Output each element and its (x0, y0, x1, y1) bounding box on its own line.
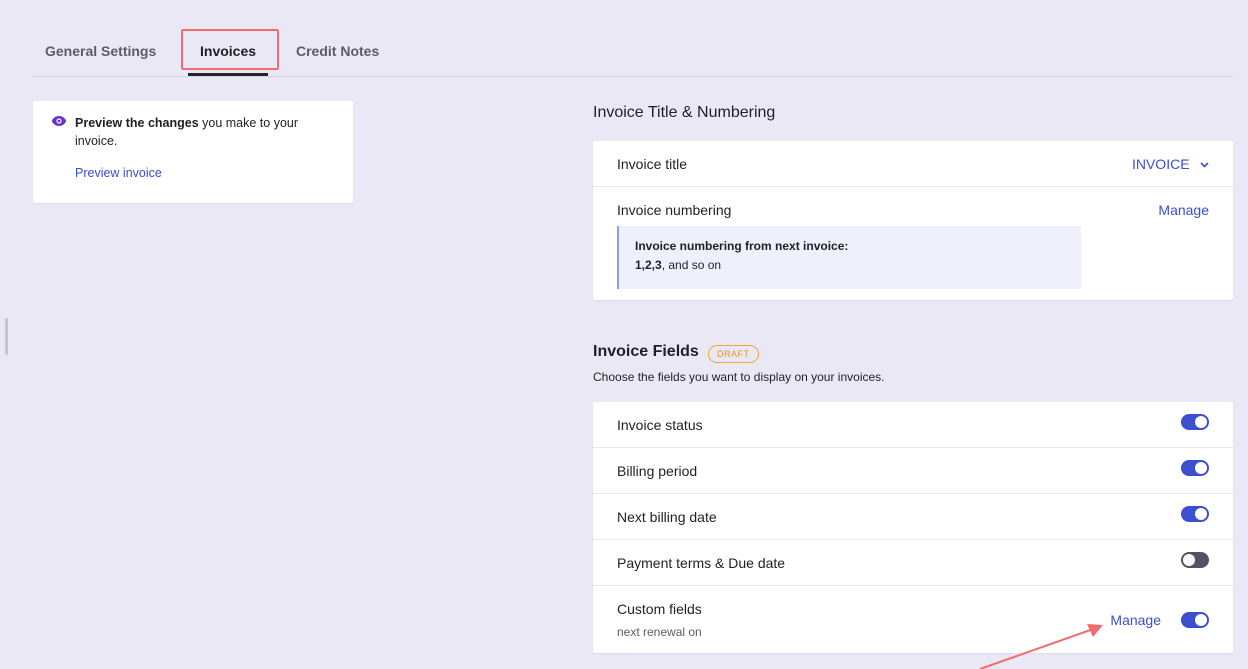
preview-message-bold: Preview the changes (75, 116, 199, 130)
preview-invoice-link[interactable]: Preview invoice (75, 166, 162, 180)
field-label: Invoice status (617, 417, 703, 433)
field-row-custom-fields: Custom fields next renewal on Manage (593, 586, 1233, 653)
invoice-title-row: Invoice title INVOICE (593, 141, 1233, 187)
invoice-fields-heading: Invoice Fields (593, 343, 699, 360)
numbering-info-title: Invoice numbering from next invoice: (635, 239, 849, 253)
eye-icon (51, 116, 67, 126)
next-billing-date-toggle[interactable] (1181, 506, 1209, 522)
draft-badge: DRAFT (708, 345, 759, 363)
field-label: Payment terms & Due date (617, 555, 786, 571)
title-numbering-heading: Invoice Title & Numbering (593, 104, 776, 121)
annotation-arrow (979, 624, 1103, 669)
custom-fields-sublabel: next renewal on (617, 625, 702, 639)
field-row-invoice-status: Invoice status (593, 402, 1233, 448)
tab-invoices[interactable]: Invoices (200, 43, 256, 59)
title-numbering-card: Invoice title INVOICE Invoice numbering … (593, 141, 1233, 300)
toggle-knob (1195, 416, 1207, 428)
active-tab-indicator (188, 73, 268, 76)
invoice-numbering-row: Invoice numbering Manage Invoice numberi… (593, 187, 1233, 300)
numbering-sequence: 1,2,3 (635, 258, 662, 272)
payment-terms-toggle[interactable] (1181, 552, 1209, 568)
preview-message: Preview the changes you make to your inv… (75, 114, 325, 150)
tab-credit-notes[interactable]: Credit Notes (296, 43, 379, 59)
numbering-manage-link[interactable]: Manage (1158, 202, 1209, 218)
preview-card: Preview the changes you make to your inv… (33, 101, 353, 203)
field-row-billing-period: Billing period (593, 448, 1233, 494)
numbering-info-sequence: 1,2,3, and so on (635, 258, 721, 272)
invoice-title-select[interactable]: INVOICE (1132, 156, 1209, 174)
field-row-next-billing-date: Next billing date (593, 494, 1233, 540)
settings-tabs: General Settings Invoices Credit Notes (33, 28, 1233, 77)
invoice-fields-subtitle: Choose the fields you want to display on… (593, 370, 885, 384)
toggle-knob (1183, 554, 1195, 566)
field-label: Next billing date (617, 509, 717, 525)
tab-general-settings[interactable]: General Settings (45, 43, 156, 59)
toggle-knob (1195, 462, 1207, 474)
invoice-status-toggle[interactable] (1181, 414, 1209, 430)
invoice-fields-card: Invoice status Billing period Next billi… (593, 402, 1233, 653)
toggle-knob (1195, 508, 1207, 520)
invoice-title-value: INVOICE (1131, 156, 1190, 172)
toggle-knob (1195, 614, 1207, 626)
billing-period-toggle[interactable] (1181, 460, 1209, 476)
numbering-sequence-rest: , and so on (661, 258, 722, 272)
left-resize-handle[interactable] (5, 318, 8, 355)
invoice-title-label: Invoice title (617, 156, 688, 172)
invoice-numbering-label: Invoice numbering (617, 202, 732, 218)
custom-fields-toggle[interactable] (1181, 612, 1209, 628)
field-row-payment-terms: Payment terms & Due date (593, 540, 1233, 586)
field-label: Custom fields (617, 601, 702, 617)
chevron-down-icon (1200, 162, 1209, 168)
numbering-info-box: Invoice numbering from next invoice: 1,2… (617, 226, 1081, 289)
field-label: Billing period (617, 463, 698, 479)
